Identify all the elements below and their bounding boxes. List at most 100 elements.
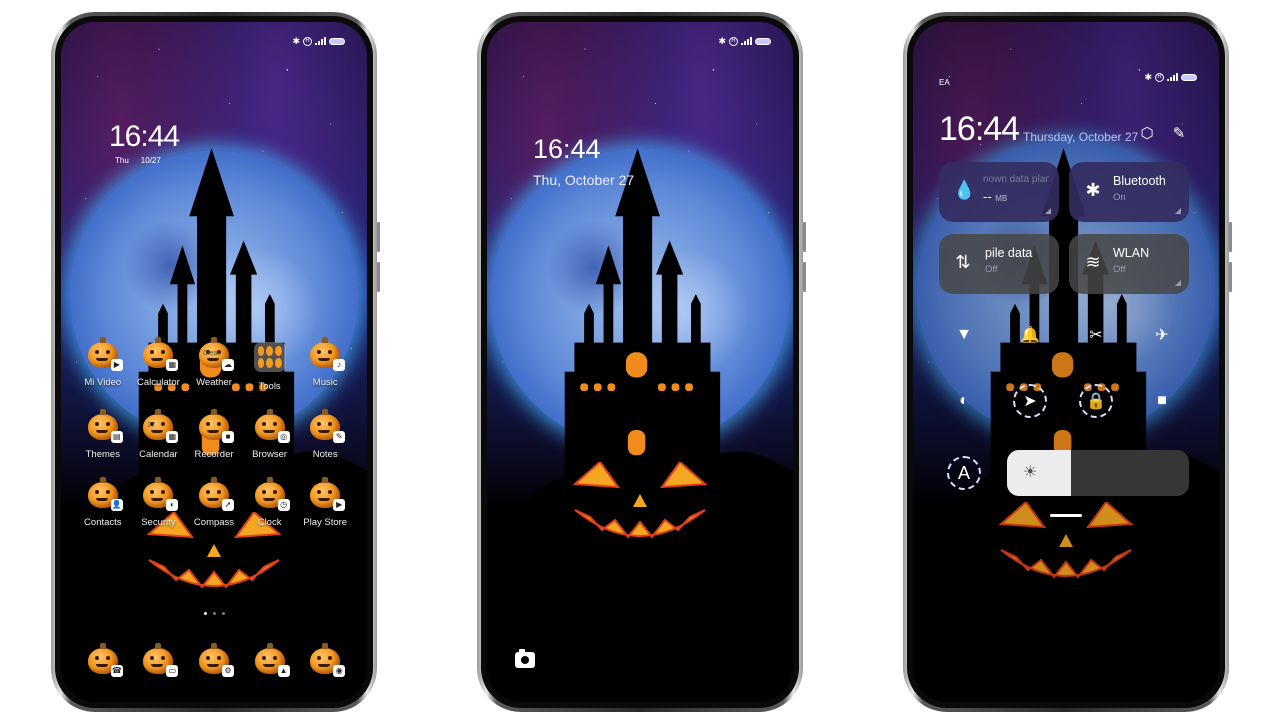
app-mi-video[interactable]: ▶ Mi Video (75, 337, 131, 392)
app-weather[interactable]: Clear ☁ Weather (186, 337, 242, 392)
app-label: Calendar (139, 449, 178, 460)
silent-toggle[interactable]: 🔔 (1013, 318, 1047, 352)
tile-status: On (1113, 192, 1126, 203)
pumpkin-eye (261, 422, 266, 426)
screenshot-toggle[interactable]: ✂ (1079, 318, 1113, 352)
location-toggle[interactable]: ➤ (1013, 384, 1047, 418)
app-gallery[interactable]: ▲ (242, 643, 298, 677)
app-play-store[interactable]: ▶ Play Store (297, 477, 353, 528)
camera-icon[interactable] (515, 649, 535, 668)
page-indicator[interactable] (61, 612, 367, 615)
tile-bluetooth[interactable]: ✱ Bluetooth On (1069, 162, 1189, 222)
location-arrow-icon: ➤ (1023, 393, 1037, 410)
weather-icon: Clear ☁ (198, 337, 234, 371)
clock-widget-date: Thu 10/27 (115, 156, 161, 165)
pumpkin-eye (161, 422, 166, 426)
calendar-icon: 27 ▦ (143, 409, 179, 443)
app-recorder[interactable]: ■ Recorder (186, 409, 242, 460)
page-dot[interactable] (221, 612, 225, 615)
app-themes[interactable]: ▤ Themes (75, 409, 131, 460)
app-browser[interactable]: ◎ Browser (242, 409, 298, 460)
flashlight-toggle[interactable]: ▼ (947, 318, 981, 352)
settings-icon: ⚙ (198, 643, 234, 677)
app-compass[interactable]: ➚ Compass (186, 477, 242, 528)
tile-data-plan[interactable]: 💧 nown data plan -- MB (939, 162, 1059, 222)
app-messages[interactable]: ▭ (131, 643, 187, 677)
airplane-icon: ✈ (1155, 327, 1169, 344)
control-center-screen: EA ✱ R 16:44 Thursday, October 27 ⬡ ✎ 💧 … (913, 22, 1219, 702)
airplane-toggle[interactable]: ✈ (1145, 318, 1179, 352)
app-badge: ▶ (110, 359, 123, 371)
brightness-sun-icon: ☀ (1023, 464, 1038, 481)
tile-mobile-data[interactable]: ⇅ pile data Off (939, 234, 1059, 294)
pumpkin-eye (105, 656, 110, 660)
app-tools[interactable]: Tools (242, 342, 298, 392)
pumpkin-mouth (151, 430, 164, 433)
pumpkin-eye (328, 490, 333, 494)
compass-icon: ➚ (198, 477, 234, 511)
app-badge: ▭ (166, 665, 179, 677)
lock-clock-date: Thu, October 27 (533, 172, 635, 188)
app-contacts[interactable]: 👤 Contacts (75, 477, 131, 528)
auto-brightness-toggle[interactable]: A (947, 456, 981, 490)
music-icon: ♪ (310, 337, 346, 371)
brightness-slider[interactable]: ☀ (1007, 450, 1189, 496)
pumpkin-eye (317, 350, 322, 354)
pumpkin-eye (261, 656, 266, 660)
clock-widget-time[interactable]: 16:44 (109, 120, 180, 154)
app-badge: ♪ (333, 359, 346, 371)
app-label: Themes (85, 449, 120, 460)
app-security[interactable]: ◐ Security (131, 477, 187, 528)
settings-gear-icon[interactable]: ⬡ (1139, 126, 1155, 142)
app-calculator[interactable]: ▦ Calculator (131, 337, 187, 392)
icon-overlay-text: 27 (147, 422, 156, 429)
dark-mode-toggle[interactable]: ◐ (947, 384, 981, 418)
recorder-icon: ■ (198, 409, 234, 443)
app-music[interactable]: ♪ Music (297, 337, 353, 392)
bezel: EA ✱ R 16:44 Thursday, October 27 ⬡ ✎ 💧 … (907, 16, 1225, 708)
pumpkin-eye (161, 350, 166, 354)
tile-wlan[interactable]: ≋ WLAN Off (1069, 234, 1189, 294)
app-label: Weather (196, 377, 232, 388)
app-phone[interactable]: ☎ (75, 643, 131, 677)
clock-widget-day: Thu (115, 156, 129, 165)
wifi-icon: ≋ (1085, 252, 1101, 272)
app-calendar[interactable]: 27 ▦ Calendar (131, 409, 187, 460)
clock-widget-numeric-date: 10/27 (140, 156, 161, 165)
app-badge: ☎ (110, 665, 123, 677)
app-badge: ➚ (221, 499, 234, 511)
pumpkin-mouth (95, 430, 108, 433)
tile-status: Off (985, 264, 998, 275)
mobile-data-icon: ⇅ (955, 252, 971, 272)
app-notes[interactable]: ✎ Notes (297, 409, 353, 460)
app-badge: ◐ (166, 499, 179, 511)
signal-icon (315, 37, 326, 45)
page-dot[interactable] (203, 612, 207, 615)
contrast-icon: ◐ (959, 392, 969, 409)
app-settings[interactable]: ⚙ (186, 643, 242, 677)
pumpkin-eye (317, 656, 322, 660)
pumpkin-eye (216, 490, 221, 494)
phone-control-center: EA ✱ R 16:44 Thursday, October 27 ⬡ ✎ 💧 … (903, 12, 1232, 712)
pumpkin-eye (105, 350, 110, 354)
icon-overlay-text: Clear (202, 350, 220, 357)
edit-icon[interactable]: ✎ (1171, 126, 1187, 142)
app-grid: ▶ Mi Video ▦ Calculator Clear ☁ Weather Tools ♪ M… (75, 337, 353, 528)
screen-record-toggle[interactable]: ■ (1145, 384, 1179, 418)
app-badge: ◉ (333, 665, 346, 677)
rotation-lock-toggle[interactable]: 🔒 (1079, 384, 1113, 418)
pumpkin-eye (272, 490, 277, 494)
pumpkin-eye (317, 490, 322, 494)
app-camera[interactable]: ◉ (297, 643, 353, 677)
pumpkin-mouth (151, 498, 164, 501)
calculator-icon: ▦ (143, 337, 179, 371)
signal-icon (1167, 73, 1178, 81)
pumpkin-mouth (206, 664, 219, 667)
tile-title: Bluetooth (1113, 174, 1166, 188)
drag-handle[interactable] (1050, 514, 1082, 517)
flashlight-icon: ▼ (956, 326, 972, 343)
app-clock[interactable]: ◷ Clock (242, 477, 298, 528)
page-dot[interactable] (212, 612, 216, 615)
data-usage-value: -- (983, 189, 992, 204)
security-icon: ◐ (143, 477, 179, 511)
